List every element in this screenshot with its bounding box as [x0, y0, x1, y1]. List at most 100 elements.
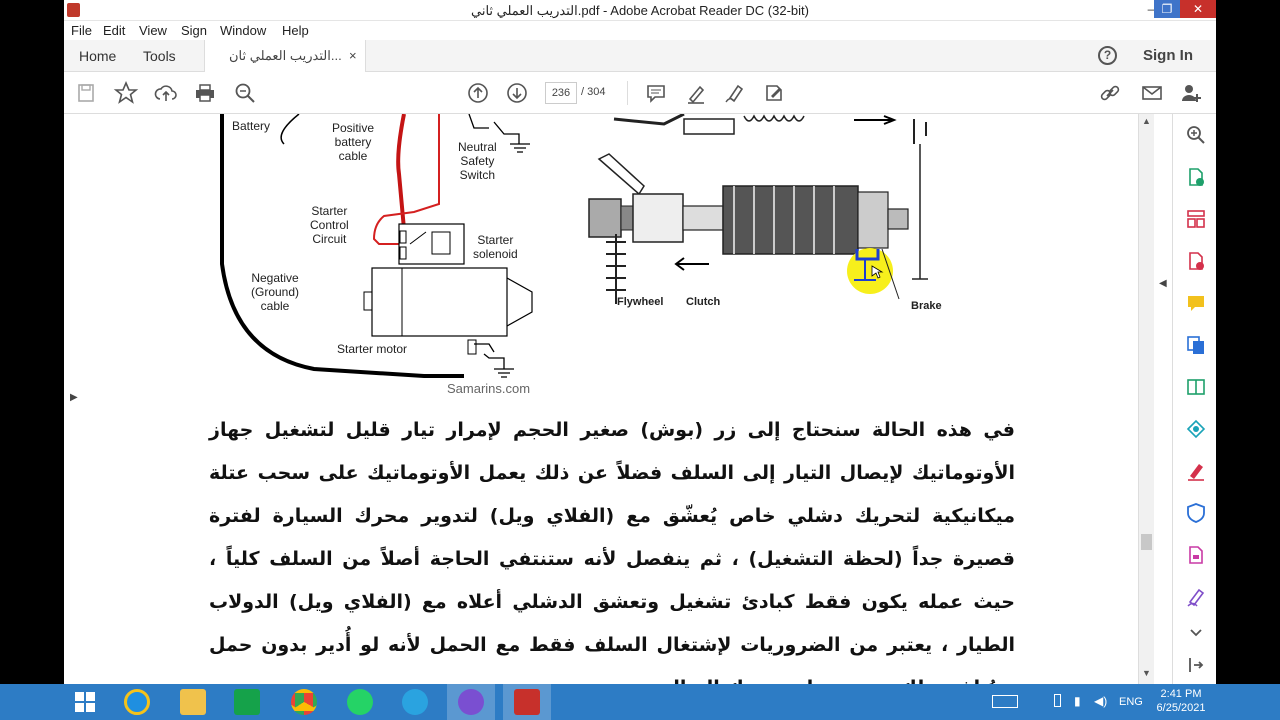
tab-close-button[interactable]: × — [349, 40, 357, 72]
menu-view[interactable]: View — [139, 23, 167, 38]
fill-and-sign-icon[interactable] — [1185, 460, 1207, 482]
document-view[interactable]: ▶ Battery Positive battery cable Neutral… — [64, 112, 1154, 684]
taskbar-acrobat[interactable] — [503, 684, 551, 720]
close-button[interactable]: ✕ — [1180, 0, 1216, 18]
print-icon[interactable] — [192, 80, 218, 106]
scroll-up-arrow[interactable]: ▲ — [1142, 116, 1151, 126]
maximize-button[interactable]: ❐ — [1154, 0, 1180, 18]
tools-pane — [1172, 114, 1216, 684]
acrobat-icon — [514, 689, 540, 715]
whatsapp-icon — [347, 689, 373, 715]
create-pdf-icon[interactable] — [1185, 250, 1207, 272]
internet-explorer-icon — [124, 689, 150, 715]
export-document-icon[interactable] — [1185, 544, 1207, 566]
battery-icon[interactable] — [1054, 694, 1061, 707]
edit-pdf-icon[interactable] — [1185, 418, 1207, 440]
collapse-right-panel-arrow[interactable]: ◀ — [1159, 278, 1167, 289]
toolbar-divider — [627, 81, 628, 105]
menu-file[interactable]: File — [71, 23, 92, 38]
zoom-search-icon[interactable] — [232, 80, 258, 106]
starter-motor-drawing — [588, 112, 928, 304]
protect-shield-icon[interactable] — [1185, 502, 1207, 524]
taskbar-file-explorer[interactable] — [169, 684, 217, 720]
folder-icon — [180, 689, 206, 715]
label-starter-solenoid: Starter solenoid — [473, 233, 518, 261]
tab-tools[interactable]: Tools — [143, 40, 176, 72]
label-clutch: Clutch — [686, 296, 721, 308]
starter-circuit-drawing — [220, 112, 928, 378]
system-clock[interactable]: 2:41 PM 6/25/2021 — [1150, 687, 1212, 715]
highlight-pen-icon[interactable] — [683, 80, 709, 106]
telegram-icon — [402, 689, 428, 715]
export-pdf-icon[interactable] — [1185, 166, 1207, 188]
label-starter-control: Starter Control Circuit — [310, 204, 349, 246]
tab-bar: Home Tools التدريب العملي ثان... × ? Sig… — [64, 40, 1216, 72]
page-total: / 304 — [581, 86, 606, 98]
clock-date: 6/25/2021 — [1156, 702, 1206, 714]
sign-in-button[interactable]: Sign In — [1143, 47, 1193, 64]
label-starter-motor: Starter motor — [337, 342, 408, 356]
zoom-in-icon[interactable] — [1185, 124, 1207, 146]
chevron-down-icon[interactable] — [1185, 622, 1207, 644]
store-icon — [234, 689, 260, 715]
save-icon[interactable] — [73, 80, 99, 106]
windows-taskbar: ▮ ◀) ENG 2:41 PM 6/25/2021 — [0, 684, 1280, 720]
email-icon[interactable] — [1139, 80, 1165, 106]
vertical-scrollbar[interactable]: ▲ ▼ — [1138, 114, 1154, 684]
label-neutral-switch: Neutral Safety Switch — [458, 140, 497, 182]
chrome-icon — [291, 689, 317, 715]
right-black-border — [1216, 0, 1280, 684]
taskbar-whatsapp[interactable] — [336, 684, 384, 720]
organize-pages-icon[interactable] — [1185, 208, 1207, 230]
network-icon[interactable]: ▮ — [1074, 694, 1081, 708]
toolbar: 236 / 304 — [64, 72, 1216, 114]
windows-logo-icon — [75, 692, 95, 712]
menu-window[interactable]: Window — [220, 23, 266, 38]
combine-files-icon[interactable] — [1185, 334, 1207, 356]
cloud-upload-icon[interactable] — [153, 80, 179, 106]
fill-sign-icon[interactable] — [761, 80, 787, 106]
label-negative-cable: Negative (Ground) cable — [251, 271, 300, 313]
tab-document[interactable]: التدريب العملي ثان... × — [204, 40, 366, 72]
figure-watermark: Samarins.com — [447, 381, 531, 396]
menu-bar: File Edit View Sign Window Help — [64, 21, 1216, 40]
bookmark-star-icon[interactable] — [113, 80, 139, 106]
taskbar-store[interactable] — [223, 684, 271, 720]
language-indicator[interactable]: ENG — [1119, 696, 1143, 708]
taskbar-telegram[interactable] — [391, 684, 439, 720]
volume-icon[interactable]: ◀) — [1094, 694, 1107, 708]
compress-pdf-icon[interactable] — [1185, 376, 1207, 398]
page-number-input[interactable]: 236 — [545, 82, 577, 104]
previous-page-icon[interactable] — [465, 80, 491, 106]
sign-pen-icon[interactable] — [722, 80, 748, 106]
next-page-icon[interactable] — [504, 80, 530, 106]
menu-edit[interactable]: Edit — [103, 23, 125, 38]
menu-sign[interactable]: Sign — [181, 23, 207, 38]
collapse-pane-icon[interactable] — [1185, 654, 1207, 676]
tab-document-label: التدريب العملي ثان... — [229, 48, 342, 63]
signature-icon[interactable] — [1185, 586, 1207, 608]
label-battery: Battery — [232, 119, 271, 133]
comment-tool-icon[interactable] — [1185, 292, 1207, 314]
taskbar-viber[interactable] — [447, 684, 495, 720]
start-button[interactable] — [62, 684, 110, 720]
link-icon[interactable] — [1097, 80, 1123, 106]
scroll-thumb[interactable] — [1141, 534, 1152, 550]
help-icon[interactable]: ? — [1098, 46, 1117, 65]
arabic-paragraph: في هذه الحالة سنحتاج إلى زر (بوش) صغير ا… — [209, 419, 1015, 684]
comment-icon[interactable] — [643, 80, 669, 106]
taskbar-chrome[interactable] — [280, 684, 328, 720]
label-flywheel: Flywheel — [617, 296, 664, 308]
menu-help[interactable]: Help — [282, 23, 309, 38]
collapse-left-panel-arrow[interactable]: ▶ — [70, 392, 78, 403]
label-positive-cable: Positive battery cable — [332, 121, 375, 163]
scroll-down-arrow[interactable]: ▼ — [1142, 668, 1151, 678]
keyboard-icon[interactable] — [992, 695, 1018, 708]
window-title: التدريب العملي ثاني.pdf - Adobe Acrobat … — [471, 3, 809, 18]
tab-home[interactable]: Home — [79, 40, 116, 72]
left-black-border — [0, 0, 64, 684]
acrobat-window: التدريب العملي ثاني.pdf - Adobe Acrobat … — [64, 0, 1216, 684]
viber-icon — [458, 689, 484, 715]
add-user-icon[interactable] — [1178, 80, 1204, 106]
taskbar-internet-explorer[interactable] — [113, 684, 161, 720]
